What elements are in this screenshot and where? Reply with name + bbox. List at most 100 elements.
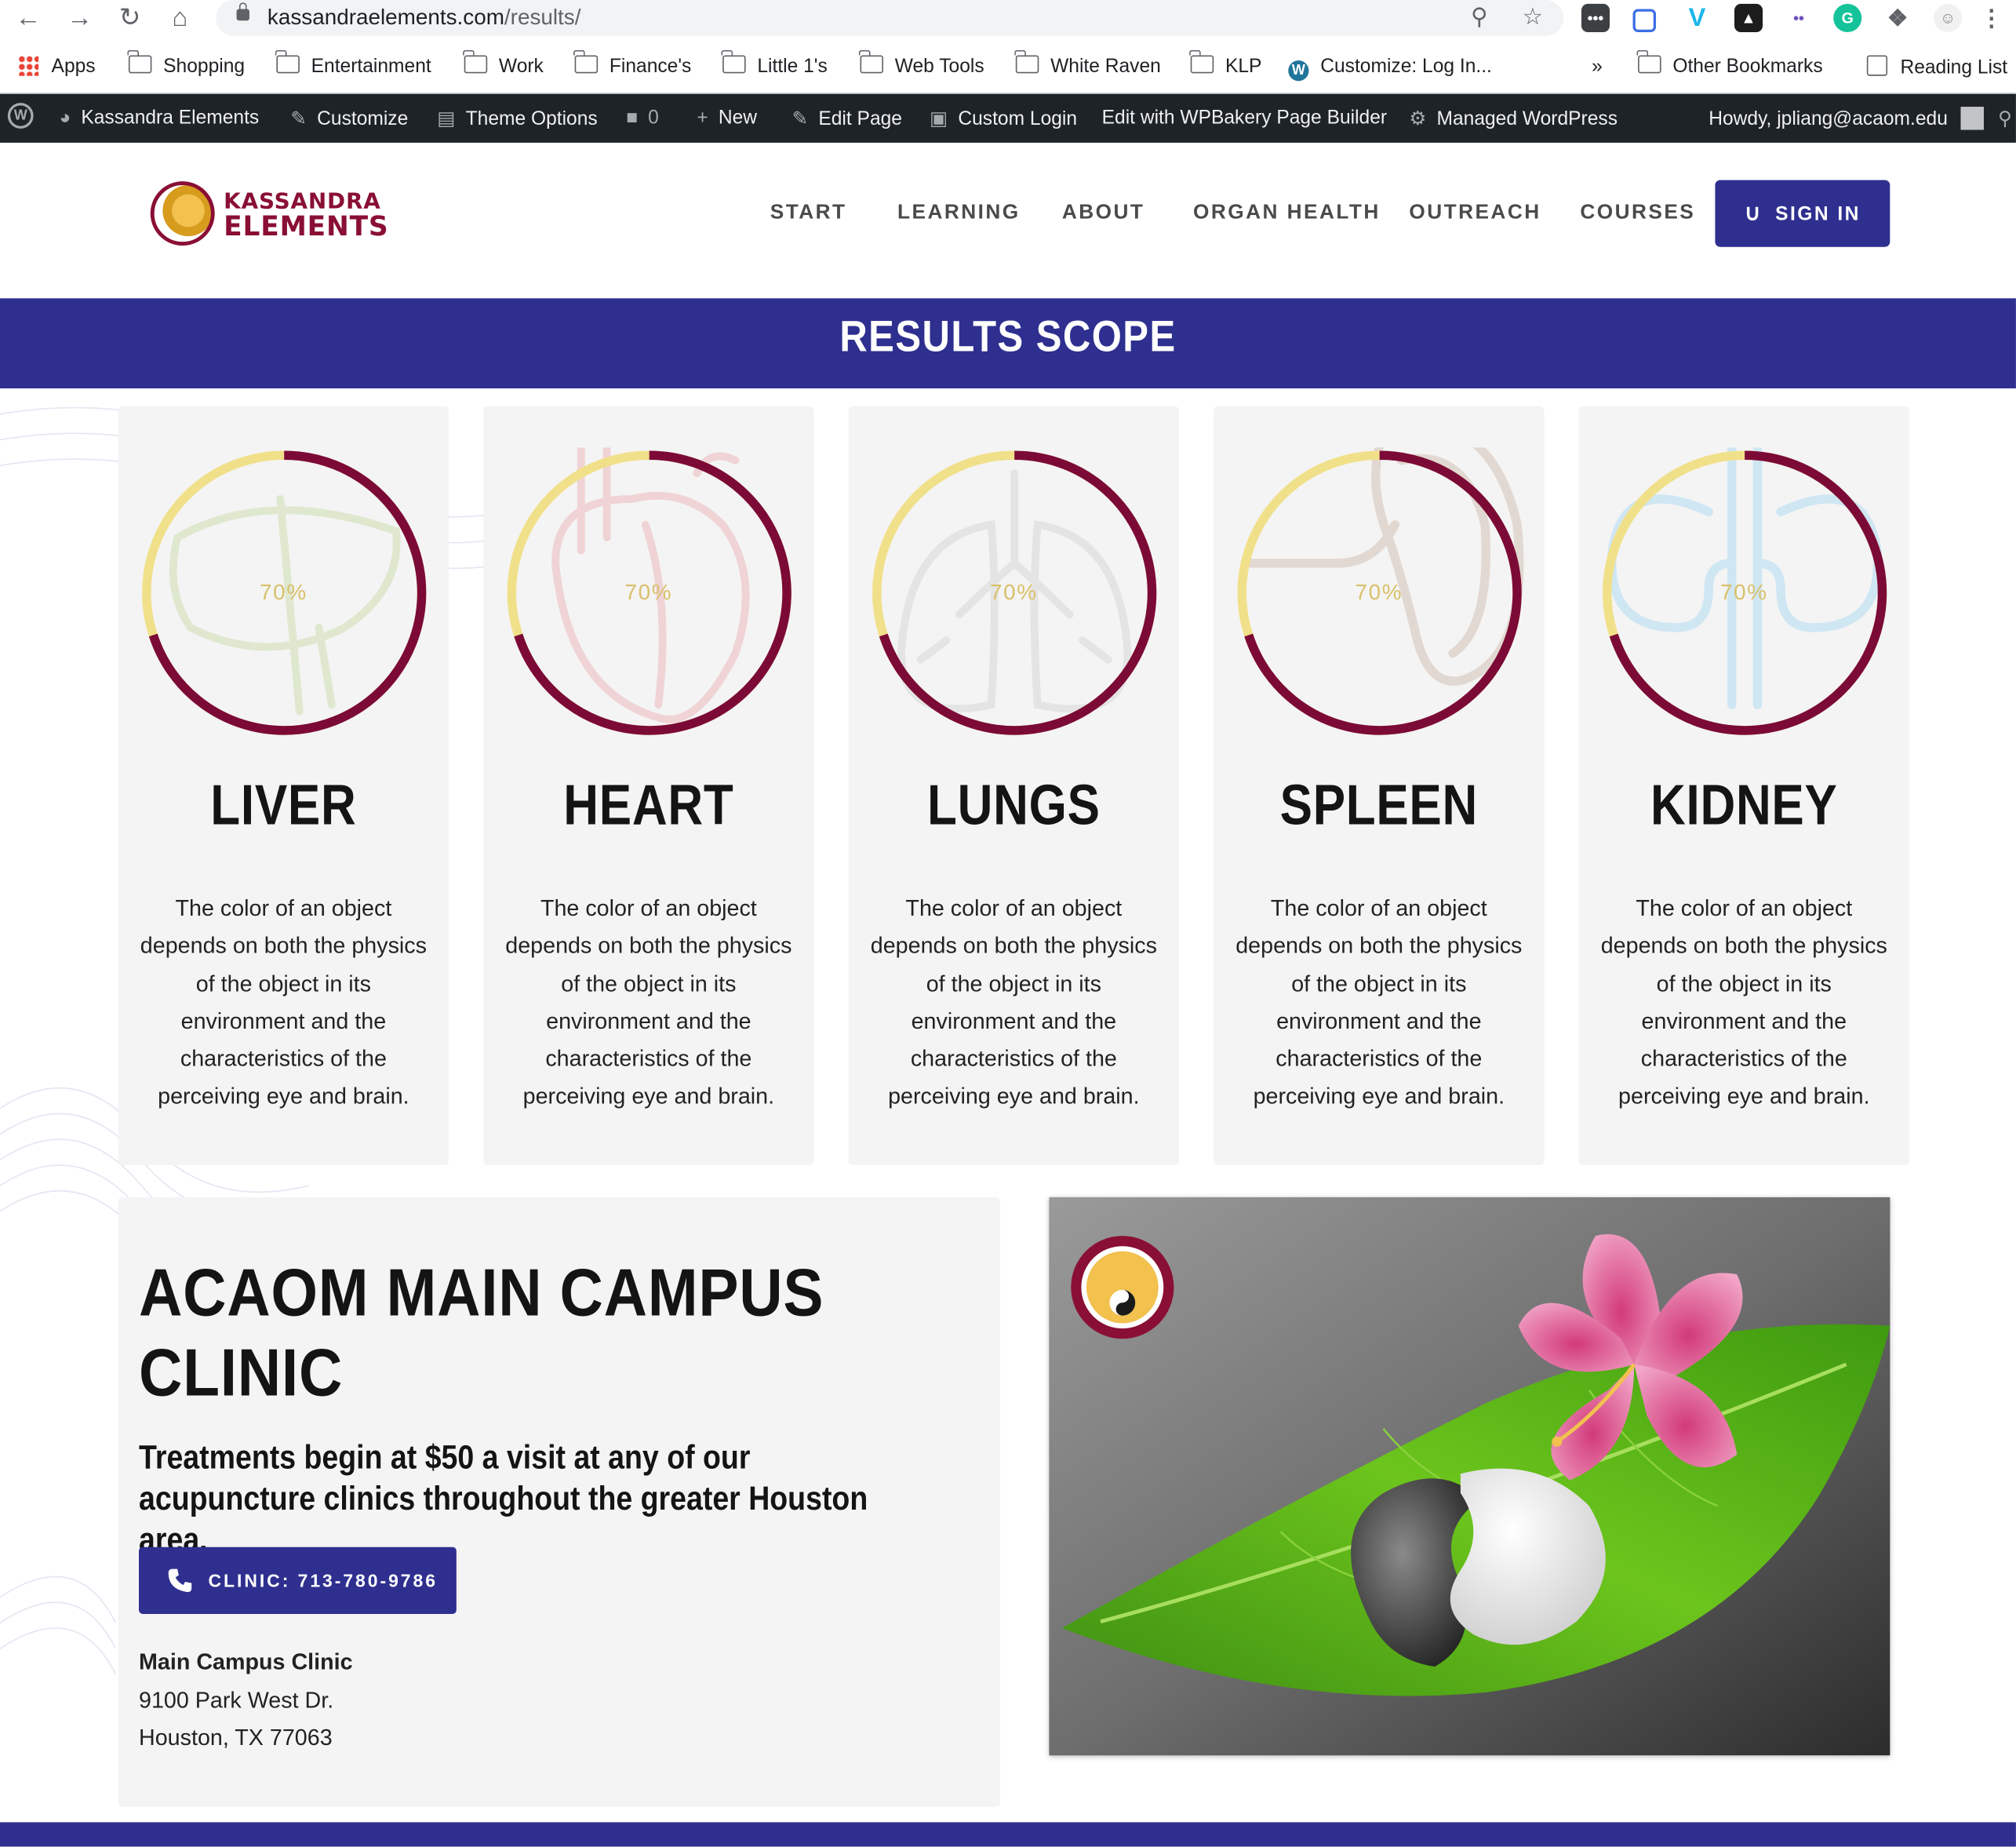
bookmark-shopping[interactable]: Shopping [127, 49, 246, 78]
site-logo[interactable]: KASSANDRA ELEMENTS [150, 179, 388, 251]
organ-card-kidney: 70% KIDNEY The color of an object depend… [1578, 406, 1909, 1165]
address-bar[interactable]: kassandraelements.com/results/ ⚲ ☆ [216, 0, 1564, 36]
progress-percent: 70% [990, 580, 1038, 605]
folder-icon [721, 49, 746, 74]
nav-organ-health[interactable]: ORGAN HEALTH [1193, 202, 1381, 225]
admin-edit-page-label: Edit Page [818, 107, 902, 130]
forward-arrow-icon[interactable]: → [64, 5, 95, 31]
bookmark-star-icon[interactable]: ☆ [1523, 4, 1543, 31]
folder-icon [275, 49, 300, 74]
organ-card-lungs: 70% LUNGS The color of an object depends… [848, 406, 1179, 1165]
bookmark-label: Web Tools [894, 55, 984, 78]
admin-customize[interactable]: ✎ Customize [290, 107, 408, 130]
organ-card-spleen: 70% SPLEEN The color of an object depend… [1214, 406, 1545, 1165]
bookmark-white-raven[interactable]: White Raven [1014, 49, 1161, 78]
avatar [1960, 107, 1984, 130]
extension-dots-icon[interactable]: ••• [1581, 3, 1610, 32]
bookmark-label: Other Bookmarks [1672, 55, 1823, 78]
admin-comments-count: 0 [648, 107, 659, 129]
clinic-title: ACAOM MAIN CAMPUS CLINIC [139, 1256, 824, 1411]
url-path: /results/ [504, 5, 581, 30]
reading-list-icon [1866, 55, 1888, 76]
back-arrow-icon[interactable]: ← [13, 5, 43, 31]
folder-icon [463, 49, 488, 74]
extension-mountain-icon[interactable]: ▲ [1734, 3, 1763, 32]
admin-site-name-label: Kassandra Elements [81, 107, 260, 129]
admin-new[interactable]: + New [697, 107, 757, 129]
organ-description: The color of an object depends on both t… [505, 894, 792, 1109]
clinic-phone-button[interactable]: CLINIC: 713-780-9786 [139, 1546, 457, 1614]
organ-card-heart: 70% HEART The color of an object depends… [483, 406, 814, 1165]
bookmark-little-ones[interactable]: Little 1's [721, 49, 828, 77]
admin-managed-wp[interactable]: ⚙ Managed WordPress [1409, 107, 1618, 130]
extension-screen-icon[interactable] [1632, 9, 1657, 32]
reading-list[interactable]: Reading List [1866, 55, 2008, 78]
admin-theme-options[interactable]: ▤ Theme Options [437, 107, 597, 130]
progress-percent: 70% [1355, 580, 1403, 605]
nav-outreach[interactable]: OUTREACH [1409, 202, 1541, 225]
grammarly-icon[interactable]: G [1833, 3, 1862, 32]
folder-icon [127, 49, 152, 74]
admin-new-label: New [718, 107, 758, 129]
profile-icon[interactable]: ☺ [1934, 3, 1963, 32]
bookmark-label: White Raven [1050, 55, 1161, 78]
wordpress-logo-icon[interactable]: W [7, 103, 34, 129]
nav-courses[interactable]: COURSES [1580, 202, 1695, 225]
browser-menu-icon[interactable]: ⋮ [1977, 3, 2006, 32]
spleen-icon [1243, 447, 1524, 686]
vimeo-icon[interactable]: V [1683, 3, 1712, 32]
gear-icon: ⚙ [1409, 107, 1427, 130]
admin-custom-login[interactable]: ▣ Custom Login [930, 107, 1077, 130]
extension-link-icon[interactable]: •• [1784, 3, 1813, 32]
dashboard-gauge-icon: ◕ [59, 107, 71, 129]
clinic-panel: ACAOM MAIN CAMPUS CLINIC Treatments begi… [118, 1197, 1001, 1807]
progress-percent: 70% [260, 580, 307, 605]
apps-grid-icon [17, 55, 39, 76]
bookmark-entertainment[interactable]: Entertainment [275, 49, 431, 77]
folder-icon [1636, 49, 1661, 74]
clinic-address-name: Main Campus Clinic [139, 1648, 353, 1674]
bookmark-apps[interactable]: Apps [17, 55, 96, 77]
bookmark-web-tools[interactable]: Web Tools [858, 49, 984, 78]
bookmark-customize-login[interactable]: W Customize: Log In... [1288, 55, 1492, 82]
zoom-icon[interactable]: ⚲ [1471, 4, 1488, 31]
extensions-puzzle-icon[interactable]: ❖ [1883, 3, 1912, 32]
sign-in-label: SIGN IN [1775, 202, 1861, 225]
folder-open-icon: ▤ [437, 107, 456, 130]
search-icon[interactable]: ⚲ [1998, 107, 2012, 130]
section-title: RESULTS SCOPE [839, 312, 1177, 362]
bookmarks-overflow-chevron[interactable]: » [1592, 55, 1603, 77]
admin-howdy[interactable]: Howdy, jpliang@acaom.edu [1709, 107, 1984, 130]
wordpress-icon: W [1288, 60, 1309, 82]
bookmark-label: Reading List [1900, 56, 2008, 78]
reload-icon[interactable]: ↻ [115, 5, 145, 31]
section-title-band: RESULTS SCOPE [0, 298, 2016, 388]
admin-site-name[interactable]: ◕ Kassandra Elements [59, 107, 259, 129]
zen-leaf-stones-image [1049, 1197, 1890, 1756]
organ-title: HEART [563, 774, 734, 837]
bookmark-work[interactable]: Work [463, 49, 544, 77]
folder-icon [573, 49, 599, 74]
admin-howdy-label: Howdy, jpliang@acaom.edu [1709, 107, 1948, 130]
comment-bubble-icon: ■ [626, 107, 639, 129]
admin-edit-page[interactable]: ✎ Edit Page [792, 107, 902, 130]
folder-icon [858, 49, 883, 74]
home-icon[interactable]: ⌂ [165, 5, 195, 31]
admin-wpbakery[interactable]: Edit with WPBakery Page Builder [1102, 107, 1387, 129]
nav-learning[interactable]: LEARNING [897, 202, 1021, 225]
bookmark-label: Shopping [163, 55, 246, 78]
admin-comments[interactable]: ■ 0 [626, 107, 659, 129]
nav-start[interactable]: START [770, 202, 847, 225]
stethoscope-icon: ∪ [1744, 200, 1763, 225]
phoenix-logo-icon [150, 181, 215, 246]
sign-in-button[interactable]: ∪ SIGN IN [1715, 180, 1890, 247]
bookmark-klp[interactable]: KLP [1189, 49, 1262, 78]
folder-icon [1014, 49, 1039, 74]
clinic-address-line2: Houston, TX 77063 [139, 1724, 333, 1750]
bookmark-finance[interactable]: Finance's [573, 49, 691, 77]
pencil-icon: ✎ [791, 107, 809, 130]
bookmark-other[interactable]: Other Bookmarks [1636, 49, 1823, 78]
bookmark-label: KLP [1225, 55, 1262, 78]
clinic-subtitle: Treatments begin at $50 a visit at any o… [139, 1437, 868, 1559]
nav-about[interactable]: ABOUT [1062, 202, 1145, 225]
